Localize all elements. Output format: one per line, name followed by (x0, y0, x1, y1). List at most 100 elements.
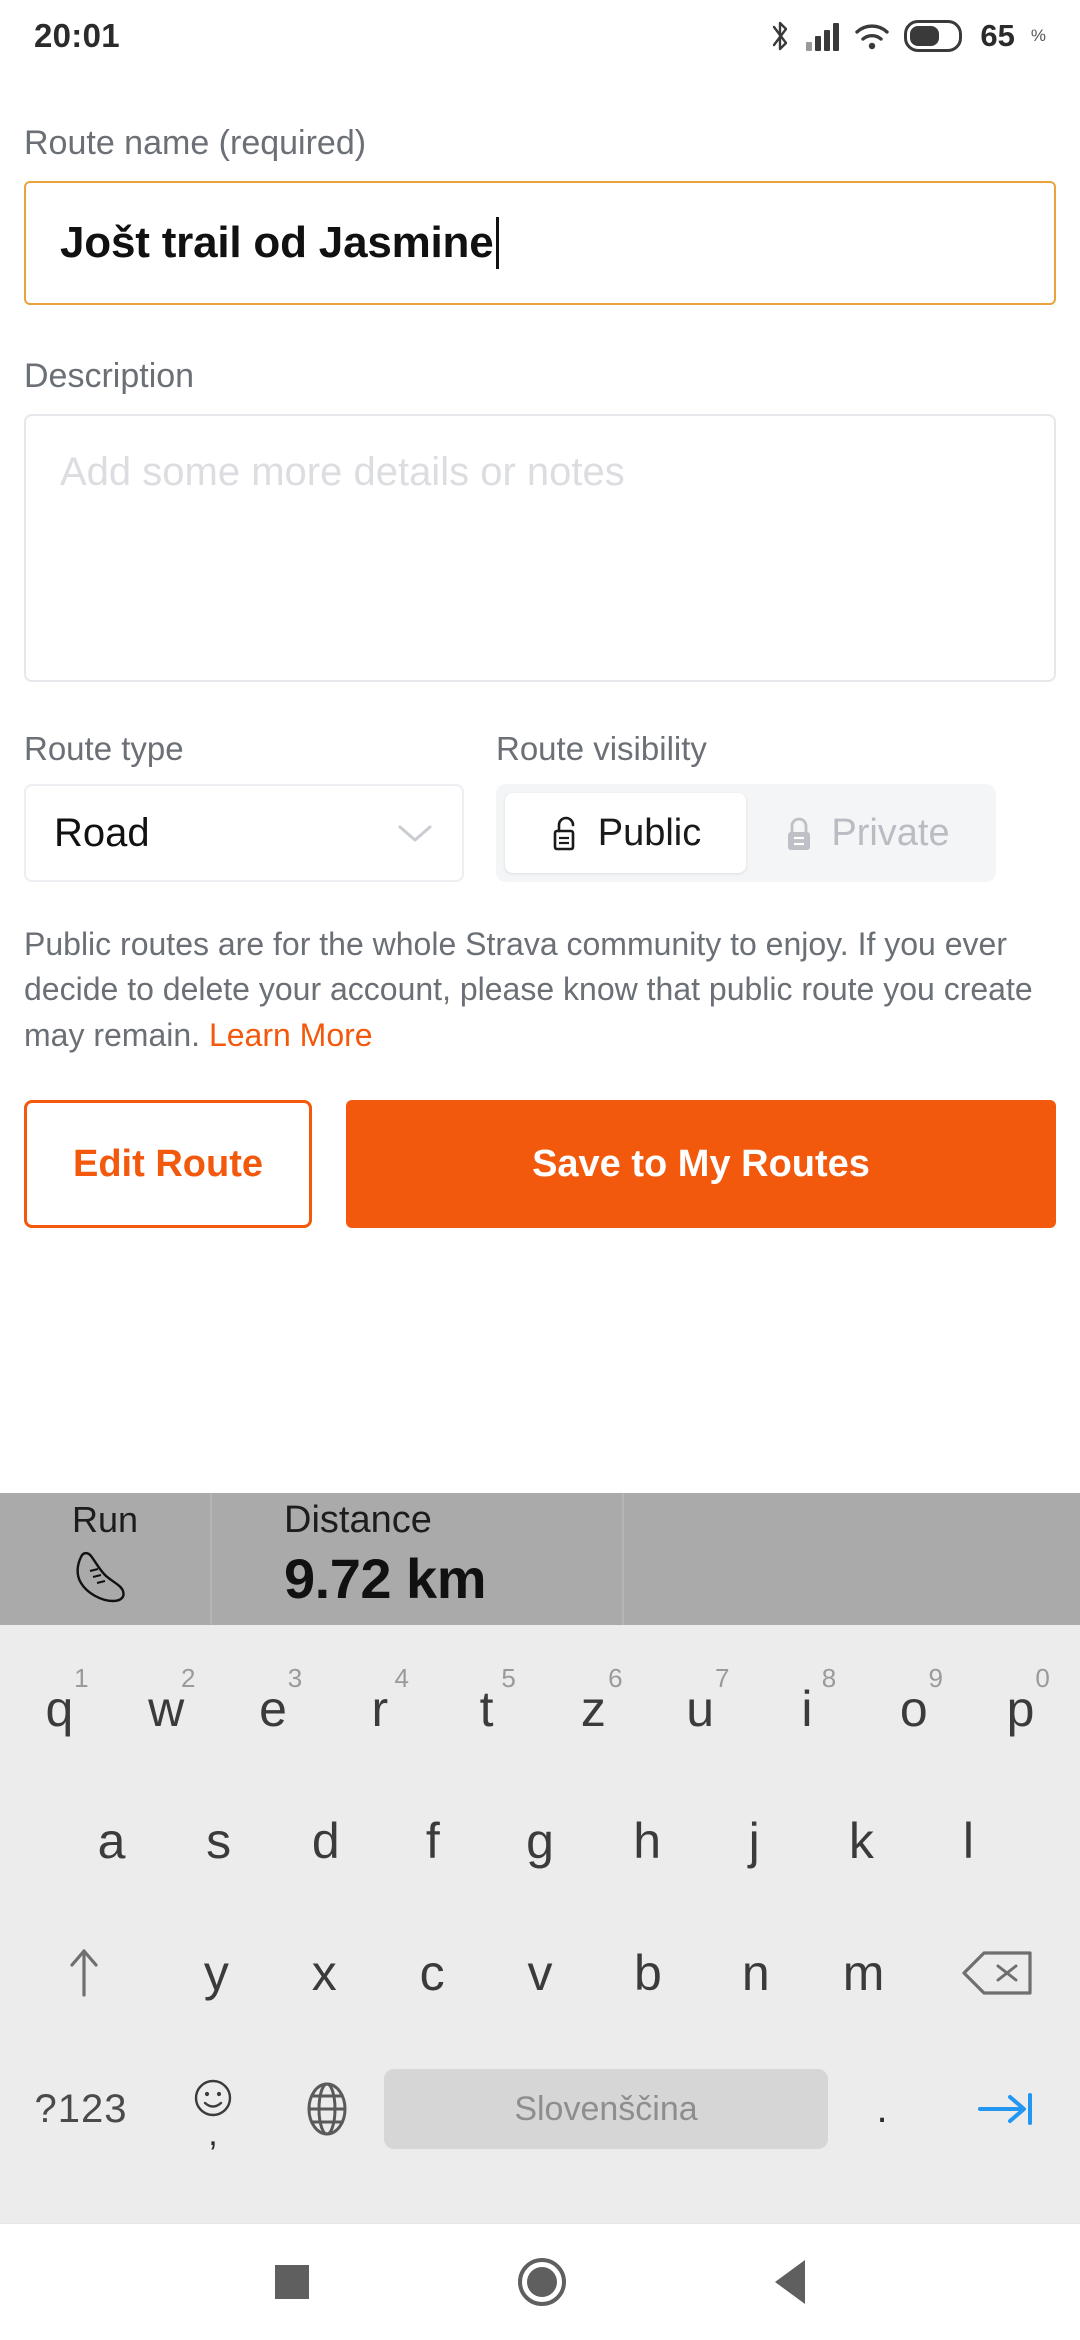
disclaimer-text: Public routes are for the whole Strava c… (24, 926, 1033, 1053)
key-k[interactable]: k (808, 1775, 915, 1907)
key-a[interactable]: a (58, 1775, 165, 1907)
key-i[interactable]: 8i (754, 1643, 861, 1775)
backspace-icon (962, 1951, 1032, 1995)
unlocked-padlock-icon (553, 816, 575, 851)
home-circle-icon[interactable] (517, 2258, 566, 2306)
key-o[interactable]: 9o (860, 1643, 967, 1775)
key-comma-label: , (208, 2114, 218, 2153)
key-period[interactable]: . (828, 2039, 936, 2179)
status-icon-group: 65 % (768, 18, 1046, 54)
key-i-label: i (801, 1681, 813, 1737)
key-r-label: r (371, 1681, 389, 1737)
key-d[interactable]: d (272, 1775, 379, 1907)
stat-distance: Distance 9.72 km (212, 1493, 624, 1625)
keyboard-row-1: 1q 2w 3e 4r 5t 6z 7u 8i 9o 0p (0, 1643, 1080, 1775)
key-backspace[interactable] (918, 1907, 1074, 2039)
key-m[interactable]: m (810, 1907, 918, 2039)
key-p[interactable]: 0p (967, 1643, 1074, 1775)
key-k-label: k (848, 1813, 874, 1869)
key-v[interactable]: v (486, 1907, 594, 2039)
visibility-private-label: Private (831, 811, 950, 854)
description-textarea[interactable]: Add some more details or notes (24, 414, 1056, 682)
key-z[interactable]: 6z (540, 1643, 647, 1775)
route-type-select[interactable]: Road (24, 784, 464, 882)
shift-arrow-icon (70, 1949, 98, 1997)
key-spacebar[interactable]: Slovenščina (384, 2039, 828, 2179)
key-n[interactable]: n (702, 1907, 810, 2039)
save-to-my-routes-button[interactable]: Save to My Routes (346, 1100, 1056, 1229)
key-w-label: w (148, 1681, 185, 1737)
bluetooth-icon (773, 21, 788, 51)
key-u[interactable]: 7u (647, 1643, 754, 1775)
key-f[interactable]: f (379, 1775, 486, 1907)
key-e[interactable]: 3e (220, 1643, 327, 1775)
distance-value: 9.72 km (284, 1547, 487, 1610)
android-navigation-bar (0, 2223, 1080, 2340)
key-l-label: l (962, 1813, 974, 1869)
key-symbols[interactable]: ?123 (6, 2039, 156, 2179)
route-type-label: Route type (24, 730, 184, 767)
key-z-label: z (580, 1681, 606, 1737)
locked-padlock-icon (788, 817, 811, 850)
keyboard-row-2: a s d f g h j k l (0, 1775, 1080, 1907)
visibility-option-private[interactable]: Private (746, 793, 987, 873)
key-t[interactable]: 5t (433, 1643, 540, 1775)
key-v-label: v (527, 1945, 553, 2001)
key-y[interactable]: y (162, 1907, 270, 2039)
stat-activity-type: Run (0, 1493, 212, 1625)
key-next-field[interactable] (936, 2039, 1074, 2179)
key-f-label: f (425, 1813, 440, 1869)
key-x[interactable]: x (270, 1907, 378, 2039)
key-c[interactable]: c (378, 1907, 486, 2039)
language-globe-icon (307, 2082, 347, 2136)
action-button-row: Edit Route Save to My Routes (24, 1100, 1056, 1229)
keyboard-row-3: y x c v b n m (0, 1907, 1080, 2039)
recents-square-icon[interactable] (274, 2265, 309, 2299)
key-z-number: 6 (608, 1663, 623, 1693)
route-type-group: Route type Road (24, 730, 464, 882)
wifi-icon (855, 24, 890, 50)
on-screen-keyboard: 1q 2w 3e 4r 5t 6z 7u 8i 9o 0p a s d f g … (0, 1625, 1080, 2223)
key-s[interactable]: s (165, 1775, 272, 1907)
back-triangle-icon[interactable] (775, 2260, 806, 2304)
description-label: Description (24, 357, 195, 395)
learn-more-link[interactable]: Learn More (209, 1017, 373, 1053)
route-type-value: Road (54, 810, 150, 855)
running-shoe-icon (76, 1551, 125, 1603)
visibility-option-public[interactable]: Public (505, 793, 746, 873)
key-y-label: y (203, 1945, 229, 2001)
battery-percent-symbol: % (1030, 26, 1046, 45)
key-r-number: 4 (394, 1663, 410, 1693)
visibility-segmented-control: Public Private (496, 784, 996, 882)
type-visibility-row: Route type Road Route visibility Public … (24, 730, 1056, 882)
key-t-label: t (479, 1681, 494, 1737)
key-shift[interactable] (6, 1907, 162, 2039)
key-t-number: 5 (501, 1663, 516, 1693)
key-h[interactable]: h (594, 1775, 701, 1907)
key-g-label: g (526, 1813, 554, 1869)
key-u-number: 7 (714, 1663, 730, 1693)
key-w[interactable]: 2w (113, 1643, 220, 1775)
key-r[interactable]: 4r (326, 1643, 433, 1775)
key-l[interactable]: l (915, 1775, 1022, 1907)
key-o-label: o (899, 1681, 928, 1737)
key-q[interactable]: 1q (6, 1643, 113, 1775)
stat-empty-cell (624, 1493, 1080, 1625)
key-h-label: h (633, 1813, 661, 1869)
edit-route-button[interactable]: Edit Route (24, 1100, 312, 1229)
key-language-switch[interactable] (270, 2039, 384, 2179)
visibility-disclaimer: Public routes are for the whole Strava c… (24, 922, 1056, 1058)
key-b[interactable]: b (594, 1907, 702, 2039)
key-p-label: p (1006, 1681, 1035, 1737)
route-name-input[interactable]: Jošt trail od Jasmine (24, 181, 1056, 305)
key-emoji[interactable]: , (156, 2039, 270, 2179)
next-field-arrow-icon (978, 2093, 1032, 2125)
key-g[interactable]: g (486, 1775, 593, 1907)
key-j[interactable]: j (701, 1775, 808, 1907)
description-placeholder: Add some more details or notes (60, 450, 625, 494)
key-e-number: 3 (287, 1663, 303, 1693)
spacebar-language-label: Slovenščina (384, 2069, 828, 2149)
battery-level: 65 (980, 18, 1015, 53)
key-p-number: 0 (1035, 1663, 1050, 1693)
key-u-label: u (686, 1681, 715, 1737)
